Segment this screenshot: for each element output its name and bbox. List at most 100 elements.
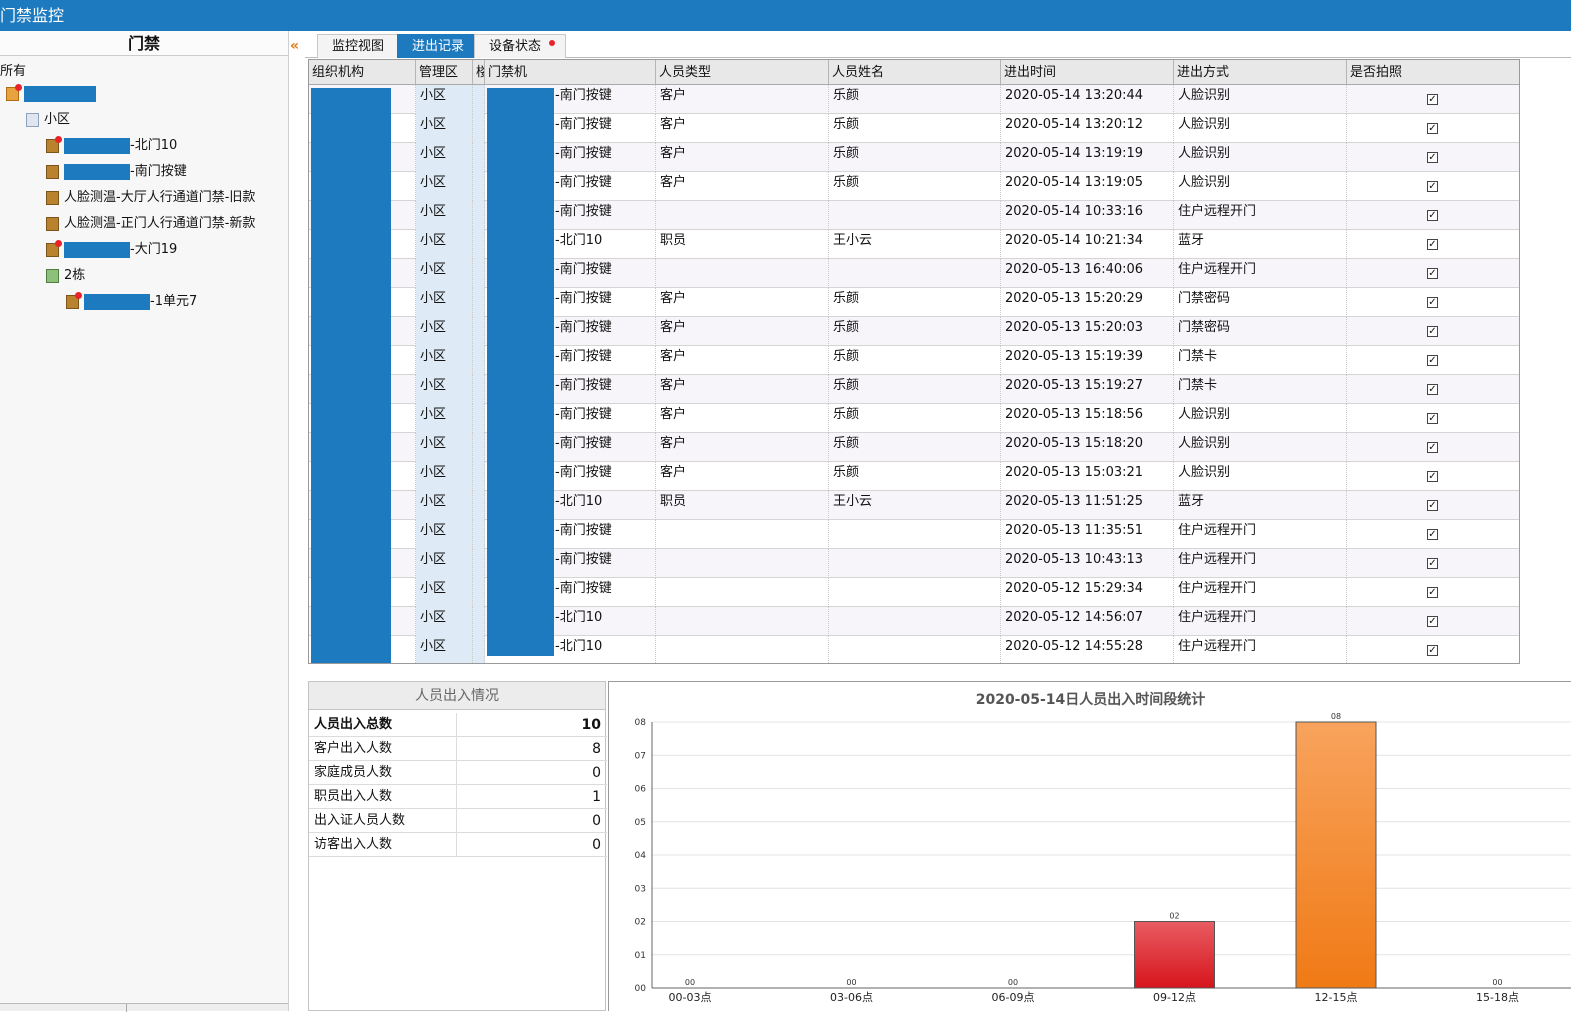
method-cell: 住户远程开门 (1174, 578, 1347, 607)
zone-cell: 小区 (416, 85, 473, 114)
photo-checkbox[interactable]: ✓ (1427, 326, 1438, 337)
person-type-cell: 客户 (656, 143, 829, 172)
tab-0[interactable]: 监控视图 (317, 34, 400, 58)
photo-checkbox[interactable]: ✓ (1427, 616, 1438, 627)
column-header[interactable]: 人员姓名 (829, 60, 1001, 85)
column-header[interactable]: 组织机构 (309, 60, 416, 85)
stat-divider (456, 785, 457, 809)
redacted-name (64, 137, 130, 154)
tab-1[interactable]: 进出记录 (397, 34, 480, 58)
column-header[interactable]: 进出时间 (1001, 60, 1174, 85)
photo-checkbox[interactable]: ✓ (1427, 558, 1438, 569)
time-cell: 2020-05-14 13:19:19 (1001, 143, 1174, 172)
photo-checkbox[interactable]: ✓ (1427, 355, 1438, 366)
photo-checkbox[interactable]: ✓ (1427, 210, 1438, 221)
photo-cell: ✓ (1347, 172, 1519, 201)
door-alert-icon (66, 291, 82, 309)
photo-checkbox[interactable]: ✓ (1427, 645, 1438, 656)
tree-item[interactable]: 人脸测温-正门人行通道门禁-新款 (46, 213, 255, 235)
method-cell: 门禁密码 (1174, 317, 1347, 346)
photo-checkbox[interactable]: ✓ (1427, 152, 1438, 163)
person-name-cell: 乐颜 (829, 317, 1001, 346)
photo-checkbox[interactable]: ✓ (1427, 529, 1438, 540)
photo-checkbox[interactable]: ✓ (1427, 94, 1438, 105)
photo-cell: ✓ (1347, 288, 1519, 317)
tree-item[interactable]: -南门按键 (46, 161, 187, 183)
tree-root[interactable]: 所有 (0, 61, 26, 83)
column-header[interactable]: 人员类型 (656, 60, 829, 85)
time-cell: 2020-05-13 16:40:06 (1001, 259, 1174, 288)
window-title: 门禁监控 (0, 6, 65, 25)
person-type-cell: 客户 (656, 114, 829, 143)
stat-label: 职员出入人数 (314, 789, 393, 804)
photo-cell: ✓ (1347, 230, 1519, 259)
x-tick-label: 15-18点 (1476, 991, 1519, 1004)
column-header[interactable]: 门禁机 (485, 60, 656, 85)
tree-footer (0, 1003, 288, 1012)
tab-bar: 监控视图 进出记录 设备状态 (305, 31, 1571, 58)
folder-icon (26, 112, 39, 127)
person-name-cell: 王小云 (829, 230, 1001, 259)
column-header[interactable]: 进出方式 (1174, 60, 1347, 85)
y-tick-label: 01 (635, 951, 646, 961)
stat-row: 访客出入人数 0 (309, 833, 607, 857)
collapse-panel-icon[interactable]: « (290, 38, 304, 54)
x-tick-label: 09-12点 (1153, 991, 1196, 1004)
photo-checkbox[interactable]: ✓ (1427, 442, 1438, 453)
photo-checkbox[interactable]: ✓ (1427, 384, 1438, 395)
bar-value-label: 00 (1008, 978, 1018, 987)
tree-item[interactable]: 人脸测温-大厅人行通道门禁-旧款 (46, 187, 255, 209)
bar-value-label: 02 (1169, 912, 1179, 921)
tree-item[interactable]: 小区 (26, 109, 70, 131)
person-type-cell: 客户 (656, 346, 829, 375)
zone-cell: 小区 (416, 520, 473, 549)
person-name-cell (829, 520, 1001, 549)
zone-cell: 小区 (416, 317, 473, 346)
method-cell: 人脸识别 (1174, 114, 1347, 143)
tree-item[interactable]: -北门10 (46, 135, 177, 157)
photo-checkbox[interactable]: ✓ (1427, 268, 1438, 279)
photo-checkbox[interactable]: ✓ (1427, 413, 1438, 424)
photo-checkbox[interactable]: ✓ (1427, 239, 1438, 250)
stat-row: 职员出入人数 1 (309, 785, 607, 809)
photo-checkbox[interactable]: ✓ (1427, 500, 1438, 511)
photo-checkbox[interactable]: ✓ (1427, 181, 1438, 192)
method-cell: 人脸识别 (1174, 462, 1347, 491)
column-header[interactable]: 楼 (473, 60, 485, 85)
window-titlebar: 门禁监控 (0, 0, 1571, 31)
tree-item[interactable]: 2栋 (46, 265, 85, 287)
column-header[interactable]: 管理区 (416, 60, 473, 85)
stat-value: 1 (592, 789, 601, 805)
photo-checkbox[interactable]: ✓ (1427, 471, 1438, 482)
person-name-cell (829, 201, 1001, 230)
column-header[interactable]: 是否拍照 (1347, 60, 1519, 85)
time-cell: 2020-05-13 11:51:25 (1001, 491, 1174, 520)
tree-item[interactable]: -大门19 (46, 239, 177, 261)
time-cell: 2020-05-13 15:18:20 (1001, 433, 1174, 462)
method-cell: 住户远程开门 (1174, 636, 1347, 663)
photo-cell: ✓ (1347, 549, 1519, 578)
photo-cell: ✓ (1347, 520, 1519, 549)
zone-cell: 小区 (416, 114, 473, 143)
photo-checkbox[interactable]: ✓ (1427, 297, 1438, 308)
door-icon (46, 216, 59, 231)
tree-header: 门禁 (0, 31, 288, 56)
y-tick-label: 05 (635, 818, 646, 828)
building-cell (473, 607, 485, 636)
stat-row: 出入证人员人数 0 (309, 809, 607, 833)
door-icon (46, 190, 59, 205)
tab-2[interactable]: 设备状态 (474, 34, 567, 58)
method-cell: 人脸识别 (1174, 143, 1347, 172)
tree-item[interactable] (6, 83, 96, 105)
time-cell: 2020-05-13 15:18:56 (1001, 404, 1174, 433)
bar-value-label: 00 (846, 978, 856, 987)
photo-checkbox[interactable]: ✓ (1427, 123, 1438, 134)
method-cell: 住户远程开门 (1174, 607, 1347, 636)
building-cell (473, 491, 485, 520)
building-cell (473, 317, 485, 346)
y-tick-label: 03 (635, 884, 646, 894)
time-cell: 2020-05-14 13:19:05 (1001, 172, 1174, 201)
photo-checkbox[interactable]: ✓ (1427, 587, 1438, 598)
tree-item[interactable]: -1单元7 (66, 291, 197, 313)
device-tree-panel: 门禁 所有 小区 -北门10 -南门按键人脸测温-大厅人行通道门禁-旧款 人脸测温-正… (0, 31, 289, 1012)
